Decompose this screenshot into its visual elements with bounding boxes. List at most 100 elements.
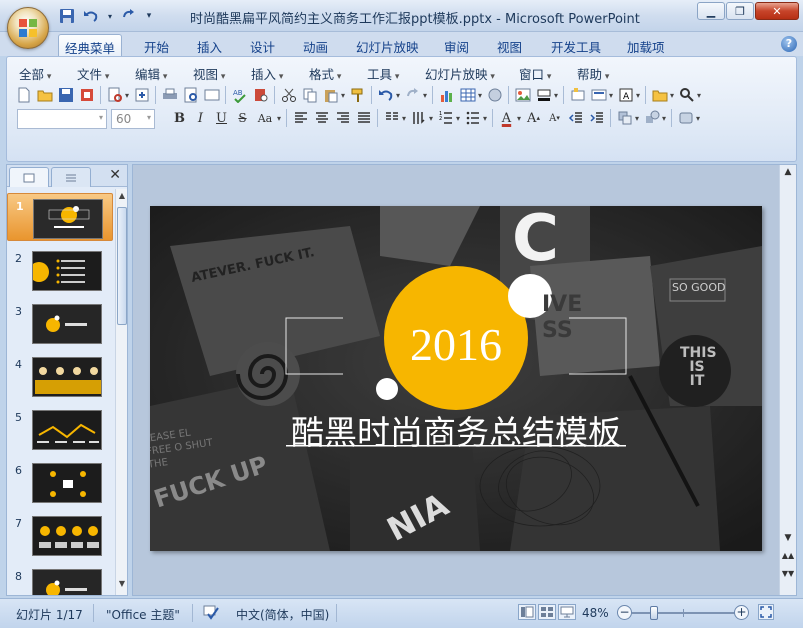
menu-slideshow[interactable]: 幻灯片放映	[425, 64, 495, 83]
fit-to-window-icon[interactable]	[758, 604, 774, 620]
scroll-up-icon[interactable]: ▲	[116, 191, 128, 205]
align-right-icon[interactable]	[332, 108, 353, 129]
menu-view[interactable]: 视图	[193, 64, 225, 83]
help-icon[interactable]: ?	[781, 36, 797, 52]
arrange-icon[interactable]	[614, 108, 635, 129]
menu-help[interactable]: 帮助	[577, 64, 609, 83]
restore-button[interactable]: ❐	[726, 2, 754, 20]
menu-file[interactable]: 文件	[77, 64, 109, 83]
grow-font-icon[interactable]: A ▴	[523, 108, 544, 129]
customize-qat-icon[interactable]: ▾	[144, 7, 154, 25]
zoom-level[interactable]: 48%	[582, 606, 609, 620]
thumbnail-item[interactable]: 3	[7, 299, 113, 347]
find-icon[interactable]	[676, 85, 697, 106]
thumbnail-item[interactable]: 4	[7, 352, 113, 400]
underline-icon[interactable]: U	[211, 108, 232, 129]
slide-canvas[interactable]: ATEVER. FUCK IT. SO GOOD THIS IS IT FUCK…	[150, 206, 762, 551]
office-button[interactable]	[7, 7, 49, 49]
language-status[interactable]: 中文(简体，中国)	[236, 606, 329, 623]
print-preview-icon[interactable]	[104, 85, 125, 106]
save-icon[interactable]	[55, 85, 76, 106]
zoom-slider-thumb[interactable]	[649, 606, 658, 620]
tab-view[interactable]: 视图	[491, 34, 528, 56]
scroll-up-icon[interactable]: ▲	[780, 167, 796, 181]
menu-window[interactable]: 窗口	[519, 64, 551, 83]
thumbnail-scrollbar[interactable]: ▲ ▼	[115, 189, 127, 595]
italic-icon[interactable]: I	[190, 108, 211, 129]
previous-slide-icon[interactable]: ▲▲	[780, 551, 796, 565]
increase-indent-icon[interactable]	[586, 108, 607, 129]
print-icon[interactable]	[159, 85, 180, 106]
editor-vertical-scrollbar[interactable]: ▲ ▼ ▲▲ ▼▼	[779, 165, 796, 595]
font-color-icon[interactable]: A	[496, 108, 517, 129]
align-center-icon[interactable]	[311, 108, 332, 129]
theme-name[interactable]: "Office 主题"	[106, 606, 180, 623]
slide-icon[interactable]	[201, 85, 222, 106]
quick-styles-icon[interactable]	[675, 108, 696, 129]
paste-icon[interactable]	[320, 85, 341, 106]
spell-check-icon[interactable]	[202, 604, 220, 623]
shape-fill-icon[interactable]	[533, 85, 554, 106]
scroll-down-icon[interactable]: ▼	[780, 533, 796, 547]
clip-art-icon[interactable]	[484, 85, 505, 106]
strikethrough-icon[interactable]: S	[232, 108, 253, 129]
numbering-icon[interactable]: 12	[435, 108, 456, 129]
scrollbar-thumb[interactable]	[117, 207, 127, 325]
scroll-down-icon[interactable]: ▼	[116, 579, 128, 593]
menu-insert[interactable]: 插入	[251, 64, 283, 83]
font-size-select[interactable]: 60 ▾	[111, 109, 155, 129]
change-case-icon[interactable]: Aa	[253, 108, 277, 129]
shapes-icon[interactable]	[641, 108, 662, 129]
tab-outline[interactable]	[51, 167, 91, 187]
insert-table-icon[interactable]	[457, 85, 478, 106]
align-left-icon[interactable]	[290, 108, 311, 129]
tab-design[interactable]: 设计	[244, 34, 281, 56]
undo-icon[interactable]	[82, 7, 100, 25]
thumbnail-item[interactable]: 2	[7, 246, 113, 294]
minimize-button[interactable]: ▁	[697, 2, 725, 20]
thumbnail-item[interactable]: 1	[7, 193, 113, 241]
spelling-icon[interactable]: AB	[229, 85, 250, 106]
new-file-icon[interactable]	[13, 85, 34, 106]
layout-icon[interactable]	[588, 85, 609, 106]
normal-view-icon[interactable]	[518, 604, 536, 620]
justify-icon[interactable]	[353, 108, 374, 129]
copy-icon[interactable]	[299, 85, 320, 106]
bold-icon[interactable]: B	[169, 108, 190, 129]
print-preview-icon[interactable]	[180, 85, 201, 106]
thumbnail-item[interactable]: 6	[7, 458, 113, 506]
columns-icon[interactable]	[381, 108, 402, 129]
menu-edit[interactable]: 编辑	[135, 64, 167, 83]
open-folder-icon[interactable]	[34, 85, 55, 106]
slideshow-view-icon[interactable]	[558, 604, 576, 620]
tab-addins[interactable]: 加载项	[621, 34, 671, 56]
research-icon[interactable]	[250, 85, 271, 106]
font-name-select[interactable]: ▾	[17, 109, 107, 129]
zoom-in-icon[interactable]: +	[734, 605, 749, 620]
thumbnail-item[interactable]: 8	[7, 564, 113, 595]
tab-developer[interactable]: 开发工具	[545, 34, 607, 56]
shrink-font-icon[interactable]: A ▾	[544, 108, 565, 129]
new-slide-icon[interactable]	[567, 85, 588, 106]
dropdown-arrow-icon[interactable]: ▾	[106, 7, 114, 25]
zoom-out-icon[interactable]: −	[617, 605, 632, 620]
text-box-icon[interactable]: A	[615, 85, 636, 106]
close-button[interactable]: ✕	[755, 2, 799, 20]
tab-slides[interactable]	[9, 167, 49, 187]
cut-icon[interactable]	[278, 85, 299, 106]
thumbnail-item[interactable]: 7	[7, 511, 113, 559]
insert-picture-icon[interactable]	[512, 85, 533, 106]
tab-animations[interactable]: 动画	[297, 34, 334, 56]
export-pdf-icon[interactable]	[131, 85, 152, 106]
thumbnail-item[interactable]: 5	[7, 405, 113, 453]
menu-format[interactable]: 格式	[309, 64, 341, 83]
tab-home[interactable]: 开始	[138, 34, 175, 56]
menu-tools[interactable]: 工具	[367, 64, 399, 83]
save-icon[interactable]	[58, 7, 76, 25]
redo-icon[interactable]	[402, 85, 423, 106]
menu-all[interactable]: 全部	[19, 64, 51, 83]
folder-icon[interactable]	[649, 85, 670, 106]
insert-chart-icon[interactable]	[436, 85, 457, 106]
zoom-slider[interactable]	[632, 606, 736, 620]
redo-icon[interactable]	[120, 7, 138, 25]
